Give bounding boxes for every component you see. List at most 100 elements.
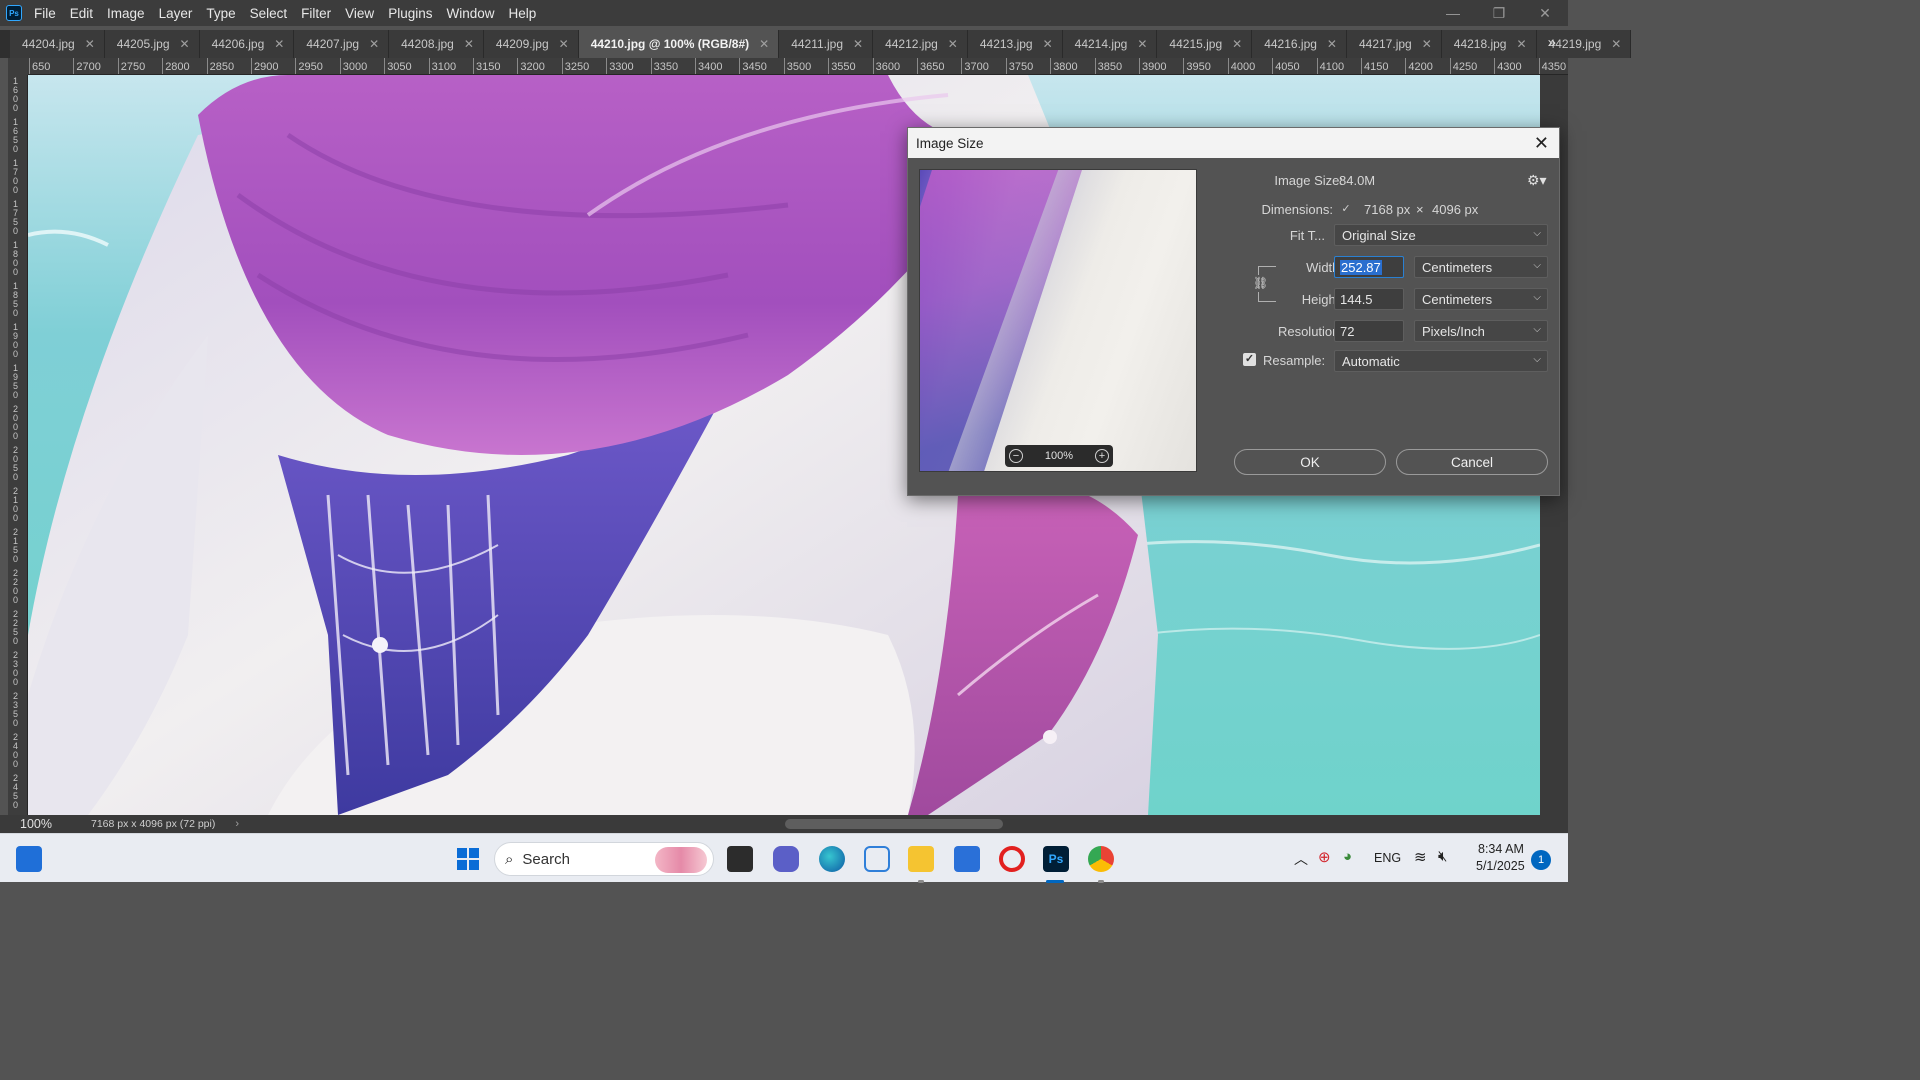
zoom-level[interactable]: 100%: [0, 817, 62, 831]
restore-icon[interactable]: ❐: [1476, 0, 1522, 26]
show-hidden-icons-icon[interactable]: ︿: [1294, 849, 1308, 869]
tab-document[interactable]: 44217.jpg ✕: [1346, 30, 1442, 58]
tab-document[interactable]: 44208.jpg ✕: [389, 30, 484, 58]
tab-close-icon[interactable]: ✕: [180, 37, 190, 51]
teams-icon[interactable]: [773, 846, 799, 872]
menu-help[interactable]: Help: [508, 6, 536, 21]
menu-plugins[interactable]: Plugins: [388, 6, 432, 21]
snipping-tool-icon[interactable]: [864, 846, 890, 872]
tab-document[interactable]: 44206.jpg ✕: [199, 30, 295, 58]
tab-close-icon[interactable]: ✕: [1137, 37, 1147, 51]
status-arrow-icon[interactable]: ›: [235, 818, 239, 830]
menu-file[interactable]: File: [34, 6, 56, 21]
vpn-icon[interactable]: ⊕: [1318, 848, 1331, 866]
tab-document[interactable]: 44214.jpg ✕: [1062, 30, 1158, 58]
menu-type[interactable]: Type: [206, 6, 235, 21]
tab-overflow-icon[interactable]: »: [1548, 34, 1556, 51]
edge-icon[interactable]: [819, 846, 845, 872]
tab-document[interactable]: 44211.jpg ✕: [779, 30, 874, 58]
tab-document[interactable]: 44212.jpg ✕: [873, 30, 968, 58]
minimize-icon[interactable]: —: [1430, 0, 1476, 26]
dimensions-dropdown-icon[interactable]: ✓: [1339, 202, 1353, 216]
start-icon[interactable]: [455, 846, 481, 872]
widgets-icon[interactable]: [16, 846, 42, 872]
ruler-h-label: 3650: [920, 61, 945, 73]
chrome-icon[interactable]: [1088, 846, 1114, 872]
tab-document[interactable]: 44213.jpg ✕: [967, 30, 1063, 58]
file-explorer-icon[interactable]: [908, 846, 934, 872]
wifi-icon[interactable]: ≋: [1414, 848, 1427, 866]
tab-document[interactable]: 44215.jpg ✕: [1157, 30, 1253, 58]
chevron-down-icon: ⌵: [1533, 228, 1541, 239]
tab-document[interactable]: 44216.jpg ✕: [1252, 30, 1347, 58]
cancel-button[interactable]: Cancel: [1396, 449, 1548, 475]
width-input[interactable]: 252.87: [1334, 256, 1404, 278]
tab-document[interactable]: 44207.jpg ✕: [294, 30, 390, 58]
horizontal-scrollbar[interactable]: [785, 819, 1003, 829]
photoshop-icon[interactable]: Ps: [1043, 846, 1069, 872]
tab-close-icon[interactable]: ✕: [1232, 37, 1242, 51]
menu-edit[interactable]: Edit: [70, 6, 93, 21]
tab-close-icon[interactable]: ✕: [464, 37, 474, 51]
tab-close-icon[interactable]: ✕: [948, 37, 958, 51]
zoom-in-icon[interactable]: +: [1094, 449, 1109, 463]
tab-document[interactable]: 44218.jpg ✕: [1441, 30, 1537, 58]
tab-close-icon[interactable]: ✕: [1611, 37, 1621, 51]
height-input[interactable]: 144.5: [1334, 288, 1404, 310]
menu-image[interactable]: Image: [107, 6, 145, 21]
menu-view[interactable]: View: [345, 6, 374, 21]
resample-select[interactable]: Automatic ⌵: [1334, 350, 1548, 372]
search-highlight-image: [655, 847, 707, 873]
zoom-out-icon[interactable]: −: [1009, 449, 1023, 463]
resample-checkbox[interactable]: ✓: [1243, 353, 1256, 366]
resolution-unit-select[interactable]: Pixels/Inch ⌵: [1414, 320, 1548, 342]
ruler-v-label: 2100: [12, 486, 18, 523]
tab-close-icon[interactable]: ✕: [759, 37, 769, 51]
chain-link-icon[interactable]: ⛓: [1253, 275, 1268, 292]
preview-zoom-value: 100%: [1044, 450, 1074, 462]
taskbar-search[interactable]: ⌕ Search: [494, 842, 714, 876]
image-preview[interactable]: − 100% +: [919, 169, 1197, 472]
language-indicator[interactable]: ENG: [1374, 851, 1401, 865]
menu-filter[interactable]: Filter: [301, 6, 331, 21]
tab-close-icon[interactable]: ✕: [559, 37, 569, 51]
store-icon[interactable]: [954, 846, 980, 872]
width-unit-select[interactable]: Centimeters ⌵: [1414, 256, 1548, 278]
tab-document[interactable]: 44209.jpg ✕: [483, 30, 579, 58]
tab-document[interactable]: 44205.jpg ✕: [104, 30, 200, 58]
opera-icon[interactable]: [999, 846, 1025, 872]
dialog-close-icon[interactable]: ✕: [1534, 133, 1549, 154]
ruler-h-tick: [117, 58, 119, 74]
tab-close-icon[interactable]: ✕: [274, 37, 284, 51]
tab-close-icon[interactable]: ✕: [1327, 37, 1337, 51]
close-icon[interactable]: ✕: [1522, 0, 1568, 26]
task-view-icon[interactable]: [727, 846, 753, 872]
network-globe-icon[interactable]: ◕: [1343, 848, 1352, 865]
fit-to-select[interactable]: Original Size ⌵: [1334, 224, 1548, 246]
clock-time[interactable]: 8:34 AM: [1478, 842, 1524, 856]
tab-close-icon[interactable]: ✕: [1516, 37, 1526, 51]
resolution-input[interactable]: 72: [1334, 320, 1404, 342]
height-unit-select[interactable]: Centimeters ⌵: [1414, 288, 1548, 310]
menu-select[interactable]: Select: [250, 6, 288, 21]
tab-document[interactable]: 44204.jpg ✕: [10, 30, 105, 58]
tab-close-icon[interactable]: ✕: [369, 37, 379, 51]
gear-icon[interactable]: ⚙▾: [1527, 172, 1547, 189]
ok-button[interactable]: OK: [1234, 449, 1386, 475]
tab-close-icon[interactable]: ✕: [853, 37, 863, 51]
notification-badge[interactable]: 1: [1531, 850, 1551, 870]
menu-layer[interactable]: Layer: [159, 6, 193, 21]
ruler-v-label: 2400: [12, 732, 18, 769]
horizontal-ruler[interactable]: 650 2700 2750 2800 2850 2900 2950 3000 3050 3100 3…: [28, 58, 1568, 75]
tab-close-icon[interactable]: ✕: [1422, 37, 1432, 51]
dimensions-times: ×: [1416, 202, 1424, 217]
tab-close-icon[interactable]: ✕: [85, 37, 95, 51]
tab-close-icon[interactable]: ✕: [1043, 37, 1053, 51]
volume-muted-icon[interactable]: 🔇︎: [1438, 848, 1447, 865]
menu-window[interactable]: Window: [446, 6, 494, 21]
tab-label: 44218.jpg: [1453, 37, 1507, 51]
clock-date[interactable]: 5/1/2025: [1476, 859, 1525, 873]
ruler-h-tick: [606, 58, 608, 74]
vertical-ruler[interactable]: 1600 1650 1700 1750 1800 1850 1900 1950 2000 2050…: [8, 75, 28, 815]
tab-active-document[interactable]: 44210.jpg @ 100% (RGB/8#) ✕: [578, 30, 780, 58]
